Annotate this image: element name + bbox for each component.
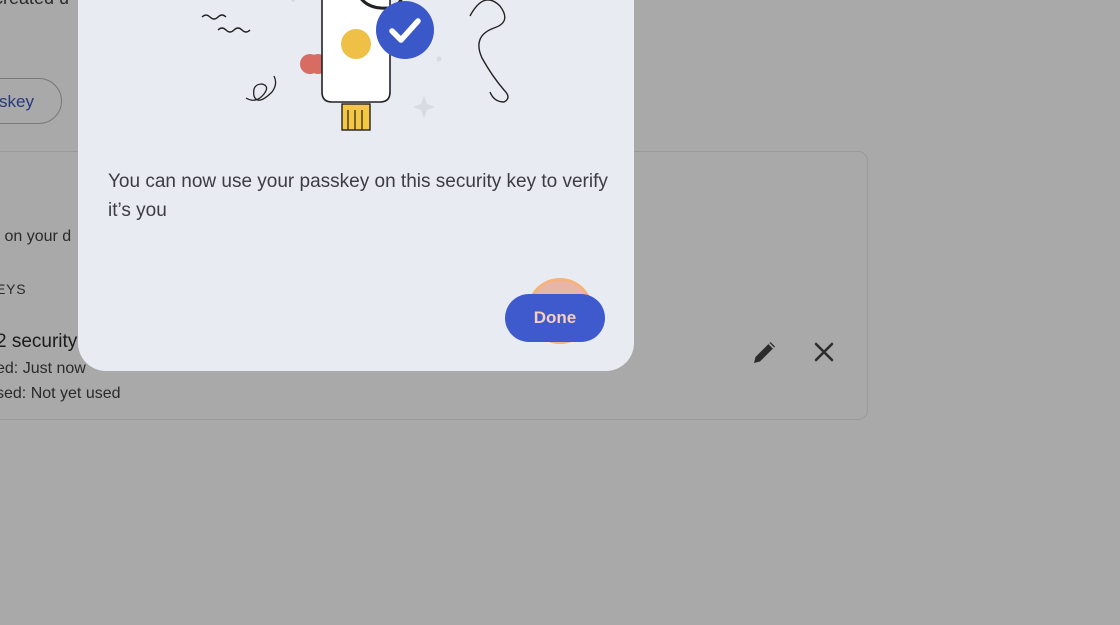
background-description: created u bbox=[0, 0, 69, 9]
security-key-illustration bbox=[201, 0, 509, 131]
passkey-created-dialog: You can now use your passkey on this sec… bbox=[78, 0, 634, 371]
delete-key-button[interactable] bbox=[808, 336, 840, 368]
security-key-name: 2 security bbox=[0, 331, 78, 352]
done-button-label: Done bbox=[533, 308, 577, 327]
done-button[interactable]: Done bbox=[505, 294, 605, 342]
security-key-last-used: sed: Not yet used bbox=[0, 385, 121, 402]
section-header: EYS bbox=[0, 281, 27, 297]
dialog-message: You can now use your passkey on this sec… bbox=[108, 171, 608, 221]
create-passkey-button[interactable]: skey bbox=[0, 78, 62, 124]
pencil-icon bbox=[754, 342, 775, 363]
card-subtitle: s on your d bbox=[0, 228, 72, 245]
create-passkey-label: skey bbox=[0, 92, 34, 111]
security-key-created: ed: Just now bbox=[0, 360, 86, 377]
close-icon bbox=[814, 342, 834, 362]
edit-key-button[interactable] bbox=[749, 336, 781, 368]
